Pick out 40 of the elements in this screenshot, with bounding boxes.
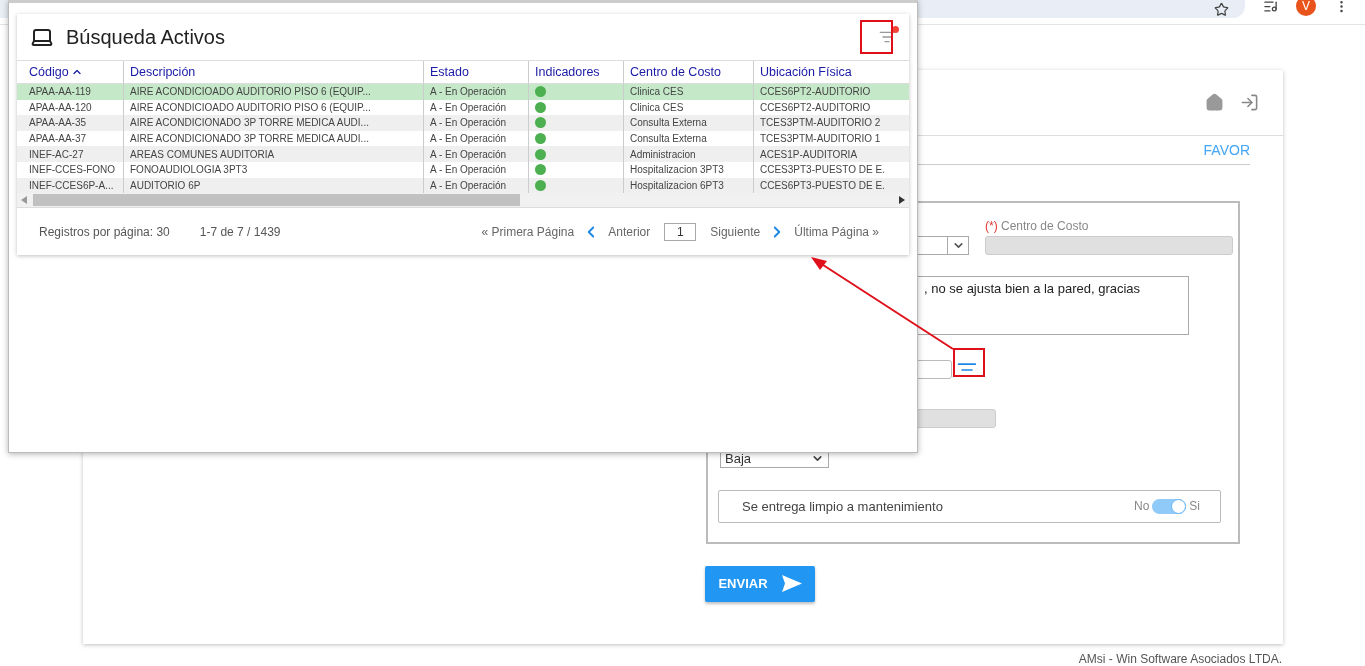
exit-icon[interactable] xyxy=(1240,92,1259,112)
table-cell: ACES1P-AUDITORIA xyxy=(753,146,909,162)
table-cell: A - En Operación xyxy=(423,115,528,131)
table-cell: Administracion xyxy=(623,146,753,162)
home-icon[interactable] xyxy=(1205,92,1224,112)
table-cell: CCES6PT2-AUDITORIO xyxy=(753,84,909,100)
table-cell: AREAS COMUNES AUDITORIA xyxy=(123,146,423,162)
field-label: (*) Centro de Costo xyxy=(985,218,1090,233)
highlight-frame xyxy=(953,348,985,377)
scrollbar[interactable] xyxy=(17,193,909,208)
table-cell: TCES3PTM-AUDITORIO 2 xyxy=(753,115,909,131)
table-cell: A - En Operación xyxy=(423,84,528,100)
last-page-link[interactable]: Última Página » xyxy=(794,224,879,239)
table-cell: AIRE ACONDICIOADO AUDITORIO PISO 6 (EQUIP... xyxy=(123,84,423,100)
avatar[interactable]: V xyxy=(1296,0,1316,16)
table-cell: AIRE ACONDICIONADO 3P TORRE MEDICA AUDI... xyxy=(123,115,423,131)
table-cell: APAA-AA-35 xyxy=(17,115,123,131)
media-icon[interactable] xyxy=(1263,0,1278,14)
toggle-switch[interactable] xyxy=(1152,498,1187,514)
star-icon[interactable] xyxy=(1214,1,1229,17)
previous-link[interactable]: Anterior xyxy=(608,224,651,239)
send-icon xyxy=(781,575,802,593)
first-page-link[interactable]: « Primera Página xyxy=(481,224,575,239)
table-cell: A - En Operación xyxy=(423,146,528,162)
next-link[interactable]: Siguiente xyxy=(710,224,761,239)
page-input[interactable]: 1 xyxy=(664,222,697,241)
on-label: Si xyxy=(1189,499,1200,514)
dialog-title: Búsqueda Activos xyxy=(66,25,226,49)
scroll-left-icon[interactable] xyxy=(21,196,27,205)
off-label: No xyxy=(1134,499,1150,514)
footer-text: AMsi - Win Software Asociados LTDA. xyxy=(1078,652,1282,666)
table-cell: Clinica CES xyxy=(623,84,753,100)
table-cell: Consulta Externa xyxy=(623,115,753,131)
table-cell: APAA-AA-119 xyxy=(17,84,123,100)
table-cell: INEF-AC-27 xyxy=(17,146,123,162)
toggle-label: Se entrega limpio a mantenimiento xyxy=(742,498,943,514)
highlight-frame xyxy=(860,20,893,54)
range-text: 1-7 de 7 / 1439 xyxy=(199,224,282,239)
scroll-right-icon[interactable] xyxy=(899,196,905,205)
per-page-text: Registros por página: 30 xyxy=(39,224,170,239)
